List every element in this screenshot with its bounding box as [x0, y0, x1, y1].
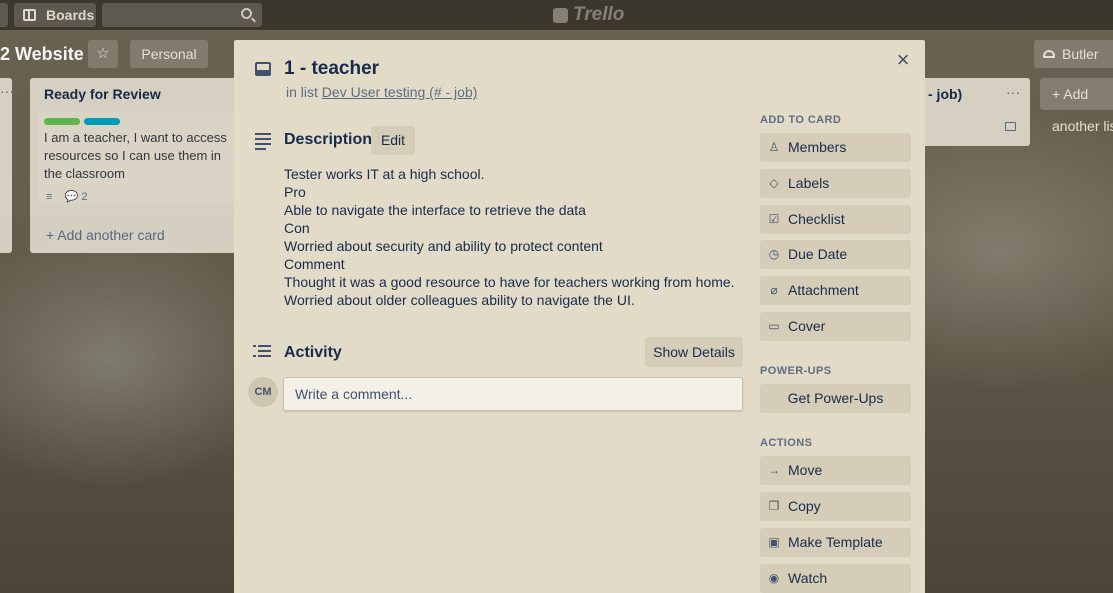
- description-icon: [255, 133, 271, 153]
- edit-description-button[interactable]: Edit: [371, 126, 415, 155]
- template-icon: ▣: [768, 535, 780, 549]
- copy-label: Copy: [788, 498, 821, 514]
- card-title[interactable]: 1 - teacher: [284, 58, 379, 80]
- members-label: Members: [788, 139, 847, 155]
- get-power-ups-button[interactable]: Get Power-Ups: [760, 384, 911, 413]
- description-line: Pro: [284, 184, 306, 200]
- tag-icon: ◇: [769, 176, 779, 190]
- close-icon[interactable]: ×: [893, 49, 913, 71]
- attachment-label: Attachment: [788, 282, 859, 298]
- copy-icon: ❐: [768, 499, 780, 513]
- in-list-text: in list Dev User testing (# - job): [286, 84, 477, 100]
- description-body[interactable]: Tester works IT at a high school. Pro Ab…: [284, 165, 735, 309]
- description-line: Worried about security and ability to pr…: [284, 238, 603, 254]
- show-details-button[interactable]: Show Details: [645, 337, 743, 367]
- move-label: Move: [788, 462, 823, 478]
- due-date-label: Due Date: [788, 246, 848, 262]
- watch-label: Watch: [788, 570, 828, 586]
- make-template-button[interactable]: ▣ Make Template: [760, 528, 911, 557]
- in-list-prefix: in list: [286, 84, 318, 100]
- due-date-button[interactable]: ◷ Due Date: [760, 240, 911, 269]
- cover-icon: ▭: [768, 319, 780, 333]
- actions-heading: ACTIONS: [760, 437, 813, 449]
- card-detail-modal: × 1 - teacher in list Dev User testing (…: [234, 40, 925, 593]
- attachment-button[interactable]: ⌀ Attachment: [760, 276, 911, 305]
- labels-label: Labels: [788, 175, 830, 191]
- description-line: Con: [284, 220, 310, 236]
- description-line: Tester works IT at a high school.: [284, 166, 485, 182]
- labels-button[interactable]: ◇ Labels: [760, 169, 911, 198]
- card-icon: [255, 62, 271, 76]
- comment-input[interactable]: Write a comment...: [283, 377, 743, 411]
- copy-button[interactable]: ❐ Copy: [760, 492, 911, 521]
- checklist-button[interactable]: ☑ Checklist: [760, 205, 911, 234]
- paperclip-icon: ⌀: [770, 283, 778, 297]
- make-template-label: Make Template: [788, 534, 883, 550]
- add-to-card-heading: ADD TO CARD: [760, 114, 842, 126]
- checklist-icon: ☑: [768, 212, 780, 226]
- user-icon: ♙: [768, 140, 780, 154]
- arrow-right-icon: →: [768, 463, 780, 477]
- checklist-label: Checklist: [788, 211, 845, 227]
- clock-icon: ◷: [768, 247, 780, 261]
- description-heading: Description: [284, 131, 373, 148]
- cover-button[interactable]: ▭ Cover: [760, 312, 911, 341]
- power-ups-heading: POWER-UPS: [760, 365, 832, 377]
- cover-label: Cover: [788, 318, 826, 334]
- description-line: Comment: [284, 256, 345, 272]
- members-button[interactable]: ♙ Members: [760, 133, 911, 162]
- activity-icon: [253, 344, 271, 358]
- description-line: Able to navigate the interface to retrie…: [284, 202, 586, 218]
- move-button[interactable]: → Move: [760, 456, 911, 485]
- activity-heading: Activity: [284, 344, 342, 361]
- description-line: Worried about older colleagues ability t…: [284, 292, 635, 308]
- avatar[interactable]: CM: [248, 377, 278, 407]
- watch-button[interactable]: ◉ Watch: [760, 564, 911, 593]
- eye-icon: ◉: [768, 571, 780, 585]
- description-line: Thought it was a good resource to have f…: [284, 274, 735, 290]
- list-name-link[interactable]: Dev User testing (# - job): [322, 84, 478, 100]
